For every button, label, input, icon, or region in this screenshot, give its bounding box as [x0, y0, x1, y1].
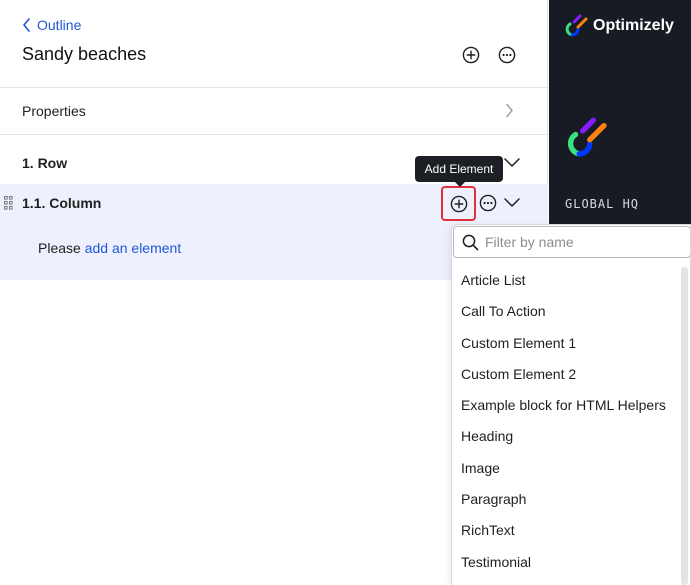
add-an-element-link[interactable]: add an element [85, 240, 182, 256]
element-option[interactable]: Custom Element 1 [452, 328, 682, 359]
element-option[interactable]: RichText [452, 515, 682, 546]
more-horizontal-icon [479, 194, 497, 212]
back-link-label: Outline [37, 17, 82, 33]
element-option[interactable]: Testimonial [452, 547, 682, 578]
site-name[interactable]: GLOBAL HQ [565, 197, 639, 211]
plus-circle-icon [462, 46, 480, 64]
more-options-button[interactable] [497, 45, 517, 65]
element-options-list: Article List Call To Action Custom Eleme… [452, 265, 682, 578]
filter-field[interactable] [453, 226, 690, 258]
chevron-down-icon [504, 198, 520, 207]
element-option[interactable]: Image [452, 453, 682, 484]
element-option[interactable]: Article List [452, 265, 682, 296]
properties-label: Properties [22, 103, 86, 119]
options-scrollbar[interactable] [681, 267, 688, 585]
optimizely-mark-icon [567, 117, 607, 157]
add-element-button[interactable] [441, 186, 476, 221]
empty-column-message: Please add an element [38, 240, 181, 256]
empty-message-prefix: Please [38, 240, 85, 256]
column-expand-toggle[interactable] [503, 195, 523, 211]
element-picker-dropdown: Article List Call To Action Custom Eleme… [451, 224, 691, 585]
element-option[interactable]: Paragraph [452, 484, 682, 515]
properties-row[interactable]: Properties [0, 88, 548, 134]
chevron-right-icon [506, 103, 513, 118]
back-to-outline-link[interactable]: Outline [22, 17, 81, 33]
row-label: 1. Row [22, 155, 68, 171]
element-option[interactable]: Call To Action [452, 296, 682, 327]
add-element-tooltip: Add Element [415, 156, 503, 187]
element-option[interactable]: Heading [452, 421, 682, 452]
search-icon [462, 234, 479, 250]
column-label: 1.1. Column [22, 195, 102, 211]
column-more-options-button[interactable] [478, 193, 498, 213]
add-section-button[interactable] [461, 45, 481, 65]
optimizely-logo[interactable]: Optimizely [565, 13, 674, 39]
brand-name: Optimizely [593, 17, 674, 34]
row-expand-toggle[interactable] [503, 155, 523, 171]
divider [0, 134, 548, 135]
page-title: Sandy beaches [22, 44, 147, 64]
more-horizontal-icon [498, 46, 516, 64]
chevron-down-icon [504, 158, 520, 167]
drag-handle-icon[interactable] [4, 196, 13, 210]
element-option[interactable]: Custom Element 2 [452, 359, 682, 390]
plus-circle-icon [450, 195, 467, 212]
element-option[interactable]: Example block for HTML Helpers [452, 390, 682, 421]
optimizely-mark-icon [565, 14, 588, 37]
filter-input[interactable] [485, 234, 675, 250]
chevron-left-icon [23, 18, 30, 32]
